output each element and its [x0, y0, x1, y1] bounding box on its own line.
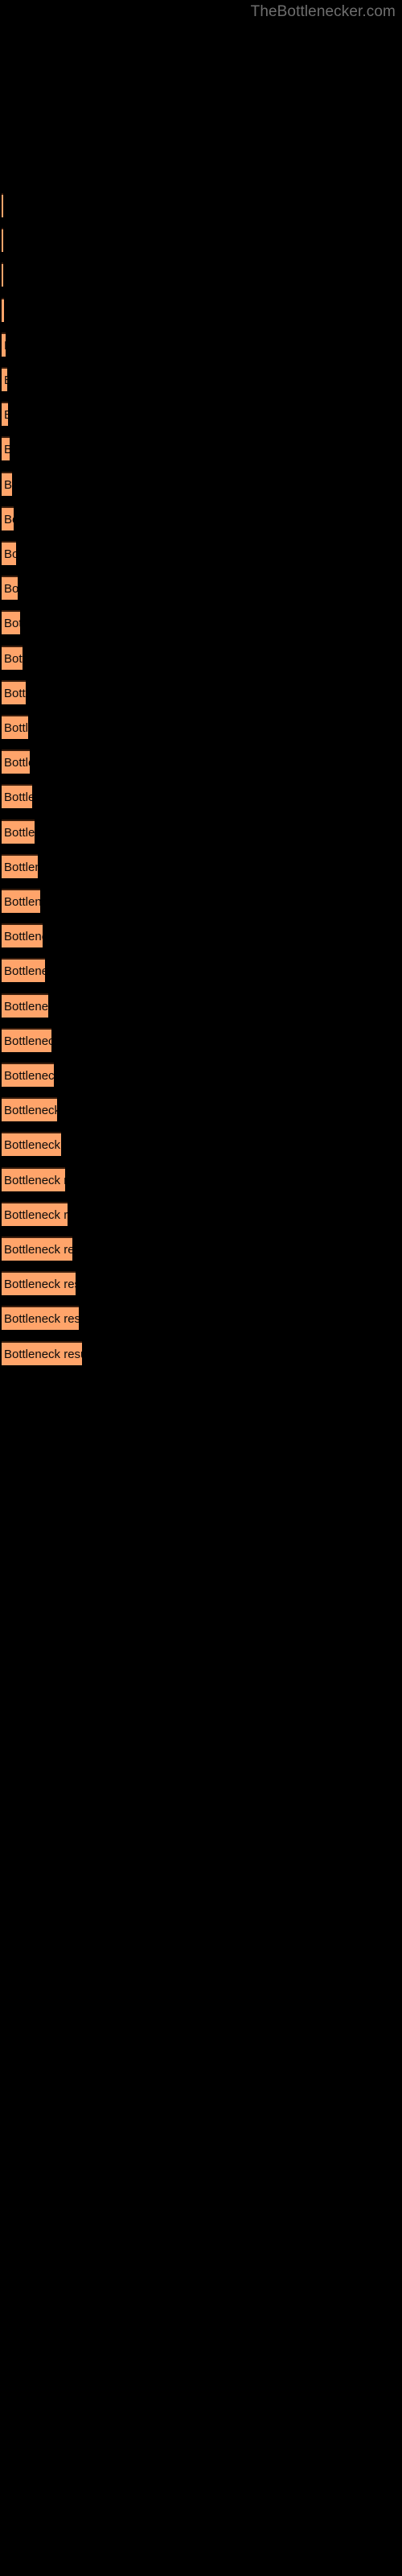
bar[interactable]: Bottleneck result	[2, 298, 4, 322]
bar-row: Bottleneck result	[0, 472, 402, 496]
bar-label: Bottleneck result	[4, 1174, 65, 1187]
bar[interactable]: Bottleneck result	[2, 436, 10, 460]
bar[interactable]: Bottleneck result	[2, 262, 3, 287]
bar-label: Bottleneck result	[4, 1104, 57, 1117]
bar-label: Bottleneck result	[4, 438, 10, 460]
bar-row: Bottleneck result	[0, 1097, 402, 1121]
bar-label: Bottleneck result	[4, 547, 16, 561]
bar[interactable]: Bottleneck result	[2, 1132, 61, 1156]
bar[interactable]: Bottleneck result	[2, 610, 20, 634]
bar-label: Bottleneck result	[4, 861, 38, 874]
bar[interactable]: Bottleneck result	[2, 402, 8, 426]
bar-row: Bottleneck result	[0, 923, 402, 947]
bar-label: Bottleneck result	[4, 1069, 54, 1083]
bar-label: Bottleneck result	[4, 895, 40, 909]
bar-label: Bottleneck result	[4, 617, 20, 630]
bar[interactable]: Bottleneck result	[2, 993, 48, 1018]
bar-label: Bottleneck result	[4, 1312, 79, 1326]
bar[interactable]: Bottleneck result	[2, 749, 30, 774]
bar-label: Bottleneck result	[4, 687, 26, 700]
bar[interactable]: Bottleneck result	[2, 680, 26, 704]
bar-row: Bottleneck result	[0, 1341, 402, 1365]
bar-row: Bottleneck result	[0, 1028, 402, 1052]
bar-row: Bottleneck result	[0, 298, 402, 322]
bar[interactable]: Bottleneck result	[2, 367, 7, 391]
bar-label: Bottleneck result	[4, 1208, 68, 1222]
bar-label: Bottleneck result	[4, 1034, 51, 1048]
bar[interactable]: Bottleneck result	[2, 1063, 54, 1087]
bar[interactable]: Bottleneck result	[2, 472, 12, 496]
bar-row: Bottleneck result	[0, 1167, 402, 1191]
bar-row: Bottleneck result	[0, 228, 402, 252]
bar[interactable]: Bottleneck result	[2, 1306, 79, 1330]
bar[interactable]: Bottleneck result	[2, 819, 35, 844]
bar-label: Bottleneck result	[4, 1138, 61, 1152]
bar[interactable]: Bottleneck result	[2, 715, 28, 739]
bar-row: Bottleneck result	[0, 193, 402, 217]
bar-label: Bottleneck result	[4, 1348, 82, 1361]
bar-row: Bottleneck result	[0, 680, 402, 704]
bar[interactable]: Bottleneck result	[2, 193, 3, 217]
bar-label: Bottleneck result	[4, 652, 23, 666]
bar-label: Bottleneck result	[4, 1000, 48, 1013]
bar-row: Bottleneck result	[0, 541, 402, 565]
bar[interactable]: Bottleneck result	[2, 889, 40, 913]
bar[interactable]: Bottleneck result	[2, 576, 18, 600]
bar-label: Bottleneck result	[4, 1278, 76, 1291]
bar-row: Bottleneck result	[0, 367, 402, 391]
bar[interactable]: Bottleneck result	[2, 332, 6, 357]
bar-row: Bottleneck result	[0, 993, 402, 1018]
bar-label: Bottleneck result	[4, 513, 14, 526]
bar-label: Bottleneck result	[4, 334, 6, 357]
bar-label: Bottleneck result	[4, 1243, 72, 1257]
bar-row: Bottleneck result	[0, 784, 402, 808]
bar-row: Bottleneck result	[0, 402, 402, 426]
bar-label: Bottleneck result	[4, 791, 32, 804]
bar-label: Bottleneck result	[4, 930, 43, 943]
bar-label: Bottleneck result	[4, 403, 8, 426]
bar-label: Bottleneck result	[4, 478, 12, 492]
bar[interactable]: Bottleneck result	[2, 923, 43, 947]
bar[interactable]: Bottleneck result	[2, 1097, 57, 1121]
bar[interactable]: Bottleneck result	[2, 1341, 82, 1365]
bar-row: Bottleneck result	[0, 576, 402, 600]
bar[interactable]: Bottleneck result	[2, 958, 45, 982]
bar[interactable]: Bottleneck result	[2, 784, 32, 808]
bar-row: Bottleneck result	[0, 506, 402, 530]
bar-label: Bottleneck result	[4, 756, 30, 770]
bar-row: Bottleneck result	[0, 1236, 402, 1261]
bar[interactable]: Bottleneck result	[2, 646, 23, 670]
bar-row: Bottleneck result	[0, 854, 402, 878]
bar-row: Bottleneck result	[0, 1271, 402, 1295]
bar-label: Bottleneck result	[4, 826, 35, 840]
bar-row: Bottleneck result	[0, 436, 402, 460]
bottleneck-bar-chart: Bottleneck result Bottleneck result Bottle…	[0, 0, 402, 2576]
bar-row: Bottleneck result	[0, 262, 402, 287]
bar-label: Bottleneck result	[4, 721, 28, 735]
bar-row: Bottleneck result	[0, 1306, 402, 1330]
bar[interactable]: Bottleneck result	[2, 1271, 76, 1295]
bar[interactable]: Bottleneck result	[2, 541, 16, 565]
bar[interactable]: Bottleneck result	[2, 1167, 65, 1191]
bar-row: Bottleneck result	[0, 1202, 402, 1226]
bar-row: Bottleneck result	[0, 1063, 402, 1087]
bar-row: Bottleneck result	[0, 958, 402, 982]
bar[interactable]: Bottleneck result	[2, 1236, 72, 1261]
bar-label: Bottleneck result	[4, 369, 7, 391]
bar[interactable]: Bottleneck result	[2, 1028, 51, 1052]
bar-row: Bottleneck result	[0, 1132, 402, 1156]
bar-row: Bottleneck result	[0, 749, 402, 774]
bar[interactable]: Bottleneck result	[2, 228, 3, 252]
bar-row: Bottleneck result	[0, 646, 402, 670]
bar-row: Bottleneck result	[0, 610, 402, 634]
bar[interactable]: Bottleneck result	[2, 854, 38, 878]
bar-row: Bottleneck result	[0, 889, 402, 913]
bar[interactable]: Bottleneck result	[2, 506, 14, 530]
bar-row: Bottleneck result	[0, 715, 402, 739]
bar-row: Bottleneck result	[0, 332, 402, 357]
bar[interactable]: Bottleneck result	[2, 1202, 68, 1226]
bar-row: Bottleneck result	[0, 819, 402, 844]
bar-label: Bottleneck result	[4, 964, 45, 978]
bar-label: Bottleneck result	[4, 582, 18, 596]
